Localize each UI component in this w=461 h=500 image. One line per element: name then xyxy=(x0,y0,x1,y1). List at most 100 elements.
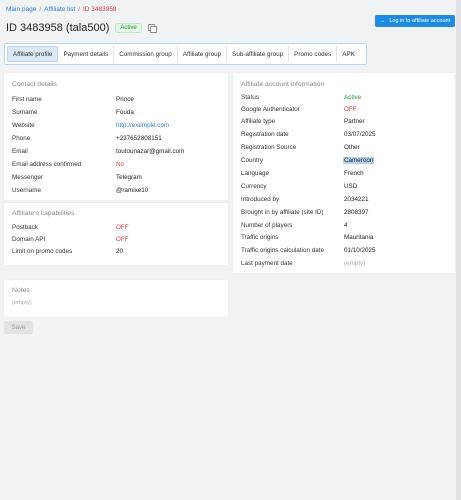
field-label: Brought in by affiliate (site ID) xyxy=(241,209,324,216)
account-row: Google Authenticator OFF xyxy=(241,106,357,113)
field-value: Mauritania xyxy=(344,234,374,241)
website-link[interactable]: http://exemple.com xyxy=(116,122,169,129)
field-label: Website xyxy=(12,122,35,129)
field-value: Cameroon xyxy=(343,157,375,164)
tab-payment-details[interactable]: Payment details xyxy=(58,46,115,62)
field-label: Messenger xyxy=(12,174,44,181)
account-row: Country Cameroon xyxy=(241,157,375,164)
field-label: Email address confirmed xyxy=(12,161,82,168)
breadcrumb: Main page / Affiliate list / ID 3483958 xyxy=(6,6,117,13)
card-title: Notes xyxy=(12,287,30,294)
tab-promo-codes[interactable]: Promo codes xyxy=(289,46,338,62)
account-row: Traffic origins calculation date 01/10/2… xyxy=(241,247,376,254)
field-value: 20 xyxy=(116,248,124,255)
capability-row: Postback OFF xyxy=(12,224,129,231)
status-badge: Active xyxy=(115,23,142,33)
field-value: Active xyxy=(344,94,362,101)
field-label: Language xyxy=(241,170,270,177)
contact-row: Phone +237652808151 xyxy=(12,135,162,142)
field-label: Introduced by xyxy=(241,196,280,203)
breadcrumb-separator: / xyxy=(39,6,42,13)
field-value: 2808397 xyxy=(344,209,369,216)
tab-affiliate-group[interactable]: Affiliate group xyxy=(178,46,228,62)
field-label: Number of players xyxy=(241,222,293,229)
field-label: Currency xyxy=(241,183,267,190)
account-row: Brought in by affiliate (site ID) 280839… xyxy=(241,209,369,216)
capability-row: Limit on promo codes 20 xyxy=(12,248,123,255)
tab-sub-affiliate-group[interactable]: Sub-affiliate group xyxy=(227,46,290,62)
field-value: Other xyxy=(344,144,360,151)
breadcrumb-affiliate-list[interactable]: Affiliate list xyxy=(44,6,75,13)
contact-details-card: Contact details First name Prince Surnam… xyxy=(4,73,228,200)
contact-row: First name Prince xyxy=(12,96,134,103)
login-to-affiliate-button[interactable]: → Log in to affiliate account xyxy=(375,15,455,27)
field-label: Registration date xyxy=(241,131,289,138)
card-title: Contact details xyxy=(12,81,57,88)
field-label: First name xyxy=(12,96,42,103)
capability-row: Domain API OFF xyxy=(12,236,129,243)
tab-apk[interactable]: APK xyxy=(337,46,360,62)
tab-commission-group[interactable]: Commission group xyxy=(114,46,178,62)
field-label: Registration Source xyxy=(241,144,297,151)
contact-row: Username @ramixe10 xyxy=(12,187,148,194)
breadcrumb-separator: / xyxy=(78,6,80,13)
field-value: Partner xyxy=(344,118,365,125)
field-label: Traffic origins calculation date xyxy=(241,247,324,254)
field-label: Traffic origins xyxy=(241,234,279,241)
field-label: Surname xyxy=(12,109,38,116)
notes-row: (empty) xyxy=(12,300,32,306)
field-value: Prince xyxy=(116,96,134,103)
contact-row: Email toutounazar@gmail.com xyxy=(12,148,184,155)
field-value: +237652808151 xyxy=(116,135,162,142)
field-label: Affiliate type xyxy=(241,118,276,125)
account-row: Number of players 4 xyxy=(241,222,348,229)
account-row: Language French xyxy=(241,170,364,177)
copy-icon[interactable] xyxy=(147,24,157,33)
field-value: French xyxy=(344,170,364,177)
page-title: ID 3483958 (tala500) xyxy=(6,22,110,34)
arrow-right-icon: → xyxy=(379,18,386,24)
account-row: Traffic origins Mauritania xyxy=(241,234,373,241)
contact-row: Website http://exemple.com xyxy=(12,122,169,129)
field-label: Status xyxy=(241,94,259,101)
field-value: 2034221 xyxy=(344,196,369,203)
card-title: Affiliate's capabilities xyxy=(12,210,75,217)
tab-bar: Affiliate profile Payment details Commis… xyxy=(4,43,367,65)
field-label: Limit on promo codes xyxy=(12,248,73,255)
notes-empty: (empty) xyxy=(12,300,32,306)
field-label: Domain API xyxy=(12,236,46,243)
tab-affiliate-profile[interactable]: Affiliate profile xyxy=(7,46,59,62)
account-info-card: Affiliate account information Status Act… xyxy=(233,73,455,273)
title-row: ID 3483958 (tala500) Active xyxy=(6,22,157,34)
field-value: Fouda xyxy=(116,109,134,116)
account-row: Registration date 03/07/2025 xyxy=(241,131,376,138)
capabilities-card: Affiliate's capabilities Postback OFF Do… xyxy=(4,203,228,265)
contact-row: Messenger Telegram xyxy=(12,174,142,181)
notes-card: Notes (empty) xyxy=(4,280,228,317)
field-value: OFF xyxy=(116,236,129,243)
field-label: Google Authenticator xyxy=(241,106,300,113)
account-row: Introduced by 2034221 xyxy=(241,196,369,203)
field-value: 4 xyxy=(344,222,348,229)
login-button-label: Log in to affiliate account xyxy=(389,18,451,24)
field-label: Last payment date xyxy=(241,260,293,267)
save-button[interactable]: Save xyxy=(4,321,33,334)
field-value: OFF xyxy=(116,224,129,231)
affiliate-profile-page: Main page / Affiliate list / ID 3483958 ID 3… xyxy=(0,0,461,500)
card-title: Affiliate account information xyxy=(241,81,325,88)
scrollbar[interactable] xyxy=(456,0,461,500)
account-row: Currency USD xyxy=(241,183,357,190)
field-label: Username xyxy=(12,187,42,194)
account-row: Affiliate type Partner xyxy=(241,118,365,125)
field-label: Email xyxy=(12,148,28,155)
field-value: (empty) xyxy=(344,260,366,267)
account-row: Registration Source Other xyxy=(241,144,360,151)
field-value: Telegram xyxy=(116,174,142,181)
field-value: @ramixe10 xyxy=(116,187,149,194)
field-value: 03/07/2025 xyxy=(344,131,376,138)
field-value: 01/10/2025 xyxy=(344,247,376,254)
contact-row: Email address confirmed No xyxy=(12,161,124,168)
breadcrumb-current: ID 3483958 xyxy=(82,6,117,13)
field-label: Phone xyxy=(12,135,31,142)
breadcrumb-main-page[interactable]: Main page xyxy=(6,6,36,13)
